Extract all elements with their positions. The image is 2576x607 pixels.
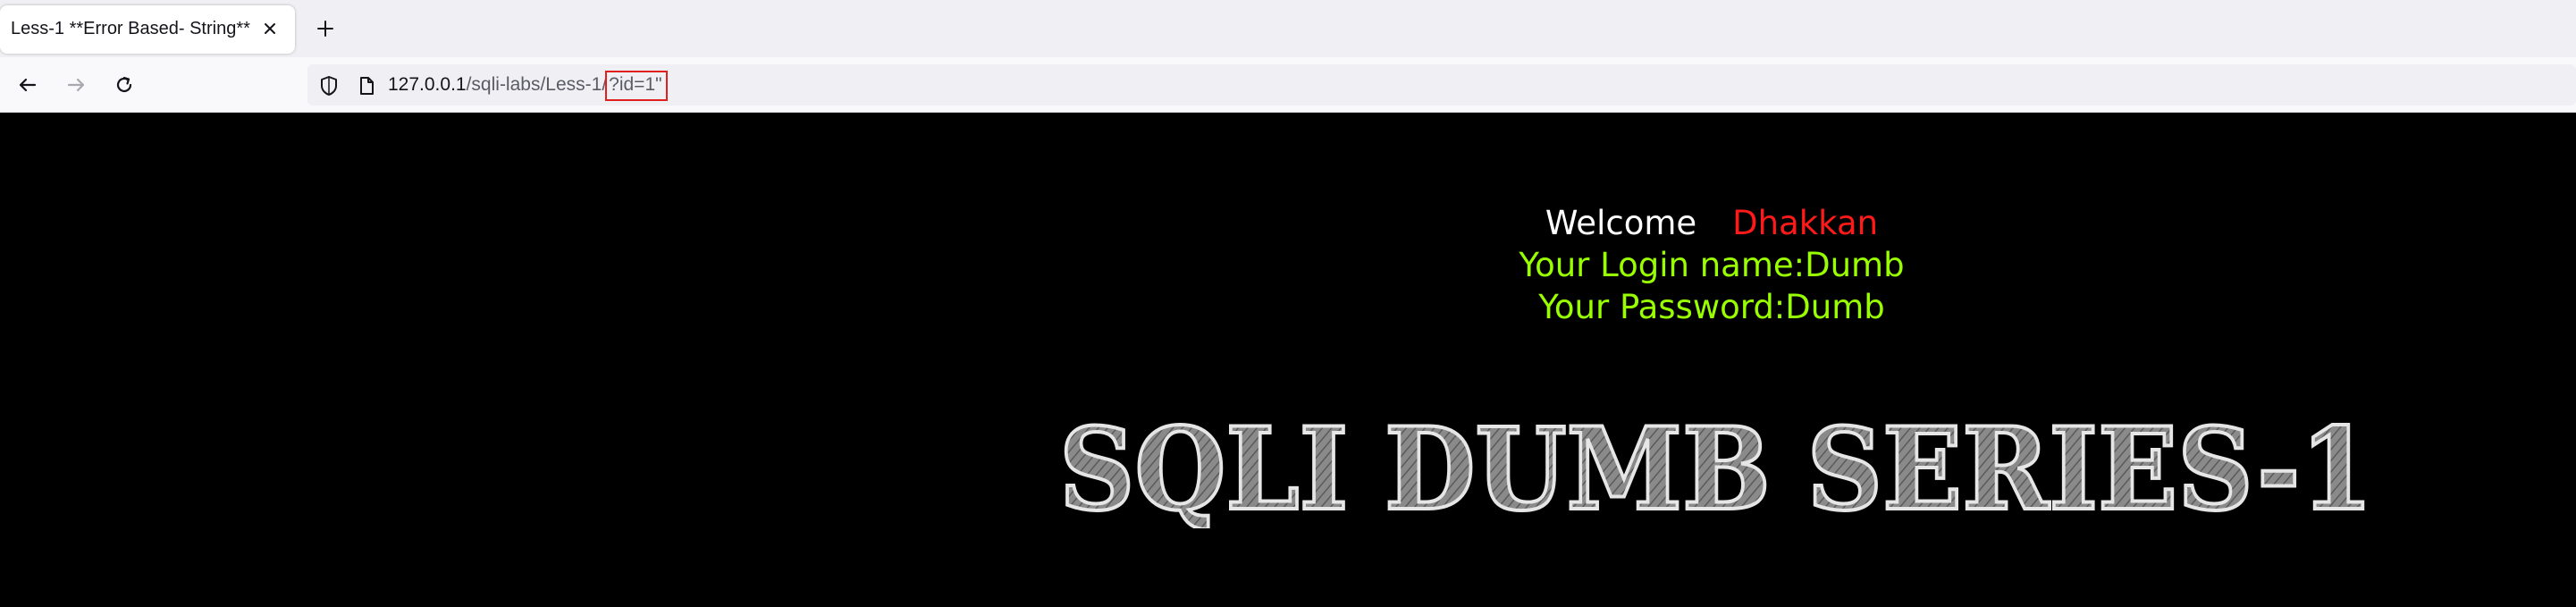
- tab-title: Less-1 **Error Based- String**: [11, 19, 250, 38]
- new-tab-plus-icon[interactable]: [311, 14, 340, 43]
- password-line: Your Password:Dumb: [1538, 288, 1885, 326]
- login-name-line: Your Login name:Dumb: [1519, 246, 1905, 284]
- welcome-name: Dhakkan: [1732, 204, 1879, 242]
- url-path: /sqli-labs/Less-1/: [466, 74, 608, 95]
- close-icon[interactable]: [257, 16, 282, 41]
- tab-strip: Less-1 **Error Based- String**: [0, 0, 2576, 57]
- banner-text: SQLI DUMB SERIES-1: [1059, 412, 2373, 528]
- page-info-icon[interactable]: [354, 73, 379, 98]
- welcome-line: Welcome Dhakkan: [1430, 202, 1993, 244]
- reload-icon[interactable]: [109, 70, 139, 100]
- url-text[interactable]: 127.0.0.1/sqli-labs/Less-1/?id=1": [388, 71, 668, 101]
- navigation-bar: 127.0.0.1/sqli-labs/Less-1/?id=1": [0, 57, 2576, 113]
- url-host: 127.0.0.1: [388, 74, 467, 95]
- welcome-text: Welcome: [1545, 204, 1697, 242]
- browser-chrome: Less-1 **Error Based- String** 127.0.0.1…: [0, 0, 2576, 113]
- address-bar[interactable]: 127.0.0.1/sqli-labs/Less-1/?id=1": [307, 64, 2576, 105]
- browser-tab[interactable]: Less-1 **Error Based- String**: [0, 5, 295, 54]
- back-arrow-icon[interactable]: [13, 70, 43, 100]
- login-info: Welcome Dhakkan Your Login name:Dumb Your…: [1430, 202, 1993, 328]
- page-content: Welcome Dhakkan Your Login name:Dumb Your…: [0, 113, 2576, 607]
- shield-icon[interactable]: [316, 73, 341, 98]
- forward-arrow-icon[interactable]: [61, 70, 91, 100]
- sqli-dumb-series-banner: SQLI DUMB SERIES-1: [1057, 412, 2375, 528]
- url-query-highlight: ?id=1": [605, 71, 668, 101]
